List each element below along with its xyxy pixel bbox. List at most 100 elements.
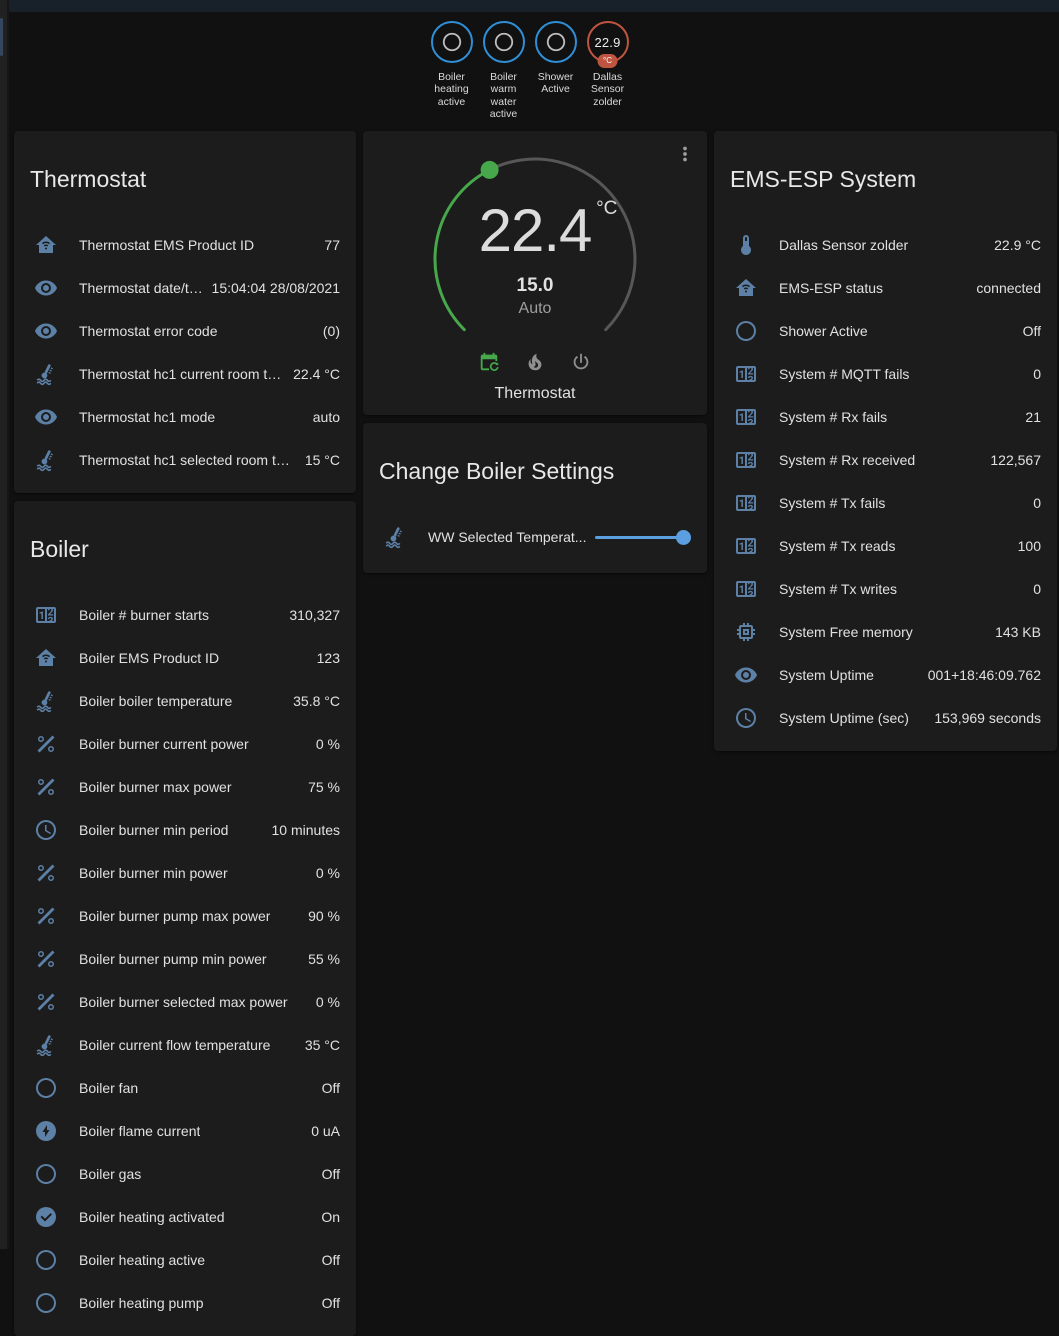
row-system-free-memory[interactable]: System Free memory 143 KB [730, 610, 1041, 653]
ems-esp-system-card: EMS-ESP System Dallas Sensor zolder 22.9… [714, 131, 1057, 751]
entity-label: Shower Active [779, 323, 868, 339]
mode-auto-button[interactable] [478, 351, 500, 373]
row-boiler-heating-activated[interactable]: Boiler heating activated On [30, 1195, 340, 1238]
badge-unit: °C [597, 54, 618, 68]
home-automation-icon [34, 646, 58, 670]
row-system-uptime-sec[interactable]: System Uptime (sec) 153,969 seconds [730, 696, 1041, 739]
counter-icon [734, 362, 758, 386]
left-scroll-rail[interactable] [0, 0, 9, 1249]
circle-outline-icon [34, 1076, 58, 1100]
entity-label: System # Tx writes [779, 581, 897, 597]
badge-boiler-heating-active[interactable]: Boiler heating active [426, 21, 478, 108]
row-thermostat-error-code[interactable]: Thermostat error code (0) [30, 309, 340, 352]
row-boiler-gas[interactable]: Boiler gas Off [30, 1152, 340, 1195]
boiler-card-title: Boiler [14, 520, 356, 564]
entity-value: 0 [1025, 366, 1041, 382]
mode-heat-button[interactable] [524, 351, 546, 373]
row-boiler-heating-active[interactable]: Boiler heating active Off [30, 1238, 340, 1281]
row-shower-active[interactable]: Shower Active Off [730, 309, 1041, 352]
row-boiler-burner-min-power[interactable]: Boiler burner min power 0 % [30, 851, 340, 894]
ww-selected-temperature-slider[interactable] [595, 529, 691, 545]
entity-value: 001+18:46:09.762 [920, 667, 1041, 683]
entity-label: Boiler current flow temperature [79, 1037, 270, 1053]
mode-off-button[interactable] [570, 351, 592, 373]
row-ww-selected-temperat[interactable]: WW Selected Temperat... [379, 509, 691, 565]
row-system-tx-reads[interactable]: System # Tx reads 100 [730, 524, 1041, 567]
eye-icon [734, 663, 758, 687]
entity-value: (0) [315, 323, 340, 339]
row-thermostat-hc1-current-room-temper[interactable]: Thermostat hc1 current room temper... 22… [30, 352, 340, 395]
row-boiler-burner-selected-max-power[interactable]: Boiler burner selected max power 0 % [30, 980, 340, 1023]
badge-circle [535, 21, 577, 63]
dial-entity-name: Thermostat [363, 385, 707, 403]
percent-icon [34, 904, 58, 928]
dashboard-grid: Thermostat Thermostat EMS Product ID 77 … [14, 131, 1057, 1336]
chip-icon [734, 620, 758, 644]
percent-icon [34, 732, 58, 756]
row-boiler-heating-pump[interactable]: Boiler heating pump Off [30, 1281, 340, 1324]
row-boiler-burner-pump-max-power[interactable]: Boiler burner pump max power 90 % [30, 894, 340, 937]
row-boiler-flame-current[interactable]: Boiler flame current 0 uA [30, 1109, 340, 1152]
row-boiler-burner-pump-min-power[interactable]: Boiler burner pump min power 55 % [30, 937, 340, 980]
row-boiler-current-flow-temperature[interactable]: Boiler current flow temperature 35 °C [30, 1023, 340, 1066]
row-system-mqtt-fails[interactable]: System # MQTT fails 0 [730, 352, 1041, 395]
entity-label: System # Rx fails [779, 409, 887, 425]
entity-label: Thermostat error code [79, 323, 218, 339]
entity-value: auto [305, 409, 340, 425]
flash-circle-icon [34, 1119, 58, 1143]
entity-value: 0 % [308, 736, 340, 752]
entity-label: Boiler fan [79, 1080, 138, 1096]
entity-value: Off [314, 1295, 340, 1311]
entity-value: 90 % [300, 908, 340, 924]
row-system-uptime[interactable]: System Uptime 001+18:46:09.762 [730, 653, 1041, 696]
counter-icon [734, 534, 758, 558]
row-boiler-burner-current-power[interactable]: Boiler burner current power 0 % [30, 722, 340, 765]
entity-value: 0 % [308, 865, 340, 881]
boiler-entity-list: Boiler # burner starts 310,327 Boiler EM… [14, 583, 356, 1336]
dial-knob[interactable] [481, 161, 499, 179]
thermometer-water-icon [34, 362, 58, 386]
row-system-rx-fails[interactable]: System # Rx fails 21 [730, 395, 1041, 438]
row-thermostat-date-time[interactable]: Thermostat date/time 15:04:04 28/08/2021 [30, 266, 340, 309]
row-ems-esp-status[interactable]: EMS-ESP status connected [730, 266, 1041, 309]
entity-value: 22.9 °C [986, 237, 1041, 253]
thermometer-water-icon [34, 448, 58, 472]
circle-outline-icon [34, 1291, 58, 1315]
badge-shower-active[interactable]: Shower Active [530, 21, 582, 96]
clock-icon [734, 706, 758, 730]
entity-label: Boiler burner min period [79, 822, 228, 838]
entity-value: 22.4 °C [285, 366, 340, 382]
row-boiler-boiler-temperature[interactable]: Boiler boiler temperature 35.8 °C [30, 679, 340, 722]
row-thermostat-ems-product-id[interactable]: Thermostat EMS Product ID 77 [30, 223, 340, 266]
badge-label: Boiler heating active [426, 71, 478, 108]
row-boiler-burner-starts[interactable]: Boiler # burner starts 310,327 [30, 593, 340, 636]
temperature-dial-slider[interactable] [425, 149, 645, 369]
entity-value: 100 [1010, 538, 1041, 554]
entity-label: Boiler flame current [79, 1123, 200, 1139]
row-system-tx-writes[interactable]: System # Tx writes 0 [730, 567, 1041, 610]
entity-value: 55 % [300, 951, 340, 967]
row-boiler-burner-max-power[interactable]: Boiler burner max power 75 % [30, 765, 340, 808]
circle-outline-icon [545, 31, 567, 53]
percent-icon [34, 861, 58, 885]
percent-icon [34, 775, 58, 799]
row-thermostat-hc1-mode[interactable]: Thermostat hc1 mode auto [30, 395, 340, 438]
row-boiler-fan[interactable]: Boiler fan Off [30, 1066, 340, 1109]
eye-icon [34, 276, 58, 300]
home-automation-icon [734, 276, 758, 300]
row-dallas-sensor-zolder[interactable]: Dallas Sensor zolder 22.9 °C [730, 223, 1041, 266]
more-options-menu[interactable] [674, 143, 696, 165]
entity-value: Off [314, 1166, 340, 1182]
slider-handle[interactable] [676, 530, 691, 545]
entity-label: Boiler EMS Product ID [79, 650, 219, 666]
badge-dallas-sensor-zolder[interactable]: 22.9 °C Dallas Sensor zolder [582, 21, 634, 108]
row-system-tx-fails[interactable]: System # Tx fails 0 [730, 481, 1041, 524]
row-boiler-ems-product-id[interactable]: Boiler EMS Product ID 123 [30, 636, 340, 679]
row-boiler-burner-min-period[interactable]: Boiler burner min period 10 minutes [30, 808, 340, 851]
badge-boiler-warm-water-active[interactable]: Boiler warm water active [478, 21, 530, 121]
percent-icon [34, 990, 58, 1014]
boiler-card: Boiler Boiler # burner starts 310,327 Bo… [14, 501, 356, 1336]
entity-value: Off [314, 1252, 340, 1268]
row-system-rx-received[interactable]: System # Rx received 122,567 [730, 438, 1041, 481]
row-thermostat-hc1-selected-room-temper[interactable]: Thermostat hc1 selected room temper... 1… [30, 438, 340, 481]
